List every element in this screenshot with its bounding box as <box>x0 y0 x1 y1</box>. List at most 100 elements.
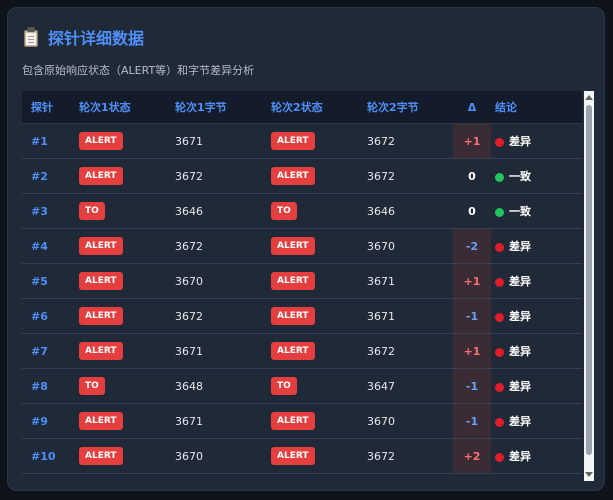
conclusion-cell: 差异 <box>491 123 582 159</box>
table-scroll-area[interactable]: 探针 轮次1状态 轮次1字节 轮次2状态 轮次2字节 Δ 结论 #1 ALERT 3… <box>22 91 594 481</box>
table-row: #4 ALERT 3672 ALERT 3670 -2 差异 <box>22 228 582 264</box>
red-dot-icon <box>495 347 504 357</box>
conclusion-label: 一致 <box>509 205 531 218</box>
round1-status-cell: ALERT <box>79 228 175 264</box>
red-dot-icon <box>495 452 504 462</box>
round1-status-cell: TO <box>79 193 175 229</box>
conclusion-label: 差异 <box>509 310 531 323</box>
conclusion-label: 差异 <box>509 275 531 288</box>
round2-bytes: 3670 <box>367 228 453 264</box>
clipboard-icon <box>22 27 40 47</box>
conclusion-cell: 差异 <box>491 438 582 474</box>
delta-value: +1 <box>453 333 491 369</box>
table-row: #10 ALERT 3670 ALERT 3672 +2 差异 <box>22 438 582 474</box>
round1-status-badge: TO <box>79 377 105 395</box>
probe-id: #10 <box>22 438 79 474</box>
round2-status-cell: ALERT <box>271 123 367 159</box>
conclusion-label: 差异 <box>509 380 531 393</box>
table-row: #2 ALERT 3672 ALERT 3672 0 一致 <box>22 158 582 194</box>
scrollbar-thumb[interactable] <box>586 105 592 455</box>
red-dot-icon <box>495 312 504 322</box>
delta-value: 0 <box>453 158 491 194</box>
round2-bytes: 3671 <box>367 298 453 334</box>
conclusion-cell: 差异 <box>491 228 582 264</box>
conclusion-cell: 差异 <box>491 333 582 369</box>
round1-status-cell: TO <box>79 368 175 404</box>
round1-status-cell: ALERT <box>79 123 175 159</box>
probe-table: 探针 轮次1状态 轮次1字节 轮次2状态 轮次2字节 Δ 结论 #1 ALERT 3… <box>22 91 582 474</box>
round1-status-badge: ALERT <box>79 167 123 185</box>
panel-subtitle: 包含原始响应状态（ALERT等）和字节差异分析 <box>22 64 255 77</box>
round1-status-cell: ALERT <box>79 333 175 369</box>
round2-bytes: 3672 <box>367 158 453 194</box>
round2-status-cell: TO <box>271 368 367 404</box>
table-row: #3 TO 3646 TO 3646 0 一致 <box>22 193 582 229</box>
conclusion-cell: 差异 <box>491 403 582 439</box>
round2-status-badge: ALERT <box>271 272 315 290</box>
vertical-scrollbar[interactable] <box>584 91 594 481</box>
conclusion-cell: 差异 <box>491 368 582 404</box>
red-dot-icon <box>495 417 504 427</box>
red-dot-icon <box>495 242 504 252</box>
probe-id: #9 <box>22 403 79 439</box>
panel-title: 探针详细数据 <box>48 29 145 48</box>
conclusion-label: 差异 <box>509 450 531 463</box>
header-round2-bytes[interactable]: 轮次2字节 <box>367 91 453 124</box>
probe-id: #2 <box>22 158 79 194</box>
round1-status-badge: ALERT <box>79 272 123 290</box>
round2-bytes: 3670 <box>367 403 453 439</box>
probe-id: #7 <box>22 333 79 369</box>
conclusion-cell: 差异 <box>491 263 582 299</box>
probe-detail-panel: 探针详细数据 包含原始响应状态（ALERT等）和字节差异分析 探针 轮次1状态 … <box>7 7 605 491</box>
table-row: #7 ALERT 3671 ALERT 3672 +1 差异 <box>22 333 582 369</box>
delta-value: +1 <box>453 123 491 159</box>
round1-bytes: 3671 <box>175 123 271 159</box>
round1-bytes: 3648 <box>175 368 271 404</box>
probe-id: #8 <box>22 368 79 404</box>
round2-status-cell: ALERT <box>271 298 367 334</box>
round1-bytes: 3672 <box>175 158 271 194</box>
header-delta[interactable]: Δ <box>453 91 491 124</box>
round1-bytes: 3672 <box>175 228 271 264</box>
conclusion-label: 差异 <box>509 240 531 253</box>
round1-bytes: 3646 <box>175 193 271 229</box>
table-row: #1 ALERT 3671 ALERT 3672 +1 差异 <box>22 123 582 159</box>
round2-status-cell: ALERT <box>271 158 367 194</box>
round2-status-badge: ALERT <box>271 167 315 185</box>
table-header-row: 探针 轮次1状态 轮次1字节 轮次2状态 轮次2字节 Δ 结论 <box>22 91 582 124</box>
header-conclusion[interactable]: 结论 <box>491 91 582 124</box>
round2-bytes: 3646 <box>367 193 453 229</box>
scroll-down-arrow-icon[interactable] <box>585 472 593 477</box>
delta-value: -2 <box>453 228 491 264</box>
round2-status-cell: ALERT <box>271 403 367 439</box>
round2-status-badge: ALERT <box>271 237 315 255</box>
round1-bytes: 3671 <box>175 333 271 369</box>
header-probe[interactable]: 探针 <box>22 91 79 124</box>
conclusion-label: 差异 <box>509 135 531 148</box>
round1-bytes: 3670 <box>175 263 271 299</box>
green-dot-icon <box>495 172 504 182</box>
round2-status-badge: TO <box>271 377 297 395</box>
conclusion-label: 差异 <box>509 415 531 428</box>
round2-bytes: 3672 <box>367 123 453 159</box>
scroll-up-arrow-icon[interactable] <box>585 95 593 100</box>
probe-id: #6 <box>22 298 79 334</box>
delta-value: +1 <box>453 263 491 299</box>
round2-status-cell: ALERT <box>271 263 367 299</box>
header-round1-bytes[interactable]: 轮次1字节 <box>175 91 271 124</box>
delta-value: 0 <box>453 193 491 229</box>
conclusion-label: 差异 <box>509 345 531 358</box>
table-row: #5 ALERT 3670 ALERT 3671 +1 差异 <box>22 263 582 299</box>
red-dot-icon <box>495 277 504 287</box>
round2-status-cell: TO <box>271 193 367 229</box>
probe-id: #5 <box>22 263 79 299</box>
round2-status-cell: ALERT <box>271 228 367 264</box>
header-round1-status[interactable]: 轮次1状态 <box>79 91 175 124</box>
round1-bytes: 3670 <box>175 438 271 474</box>
delta-value: -1 <box>453 403 491 439</box>
round1-bytes: 3672 <box>175 298 271 334</box>
round1-bytes: 3671 <box>175 403 271 439</box>
header-round2-status[interactable]: 轮次2状态 <box>271 91 367 124</box>
table-row: #9 ALERT 3671 ALERT 3670 -1 差异 <box>22 403 582 439</box>
round2-status-cell: ALERT <box>271 333 367 369</box>
